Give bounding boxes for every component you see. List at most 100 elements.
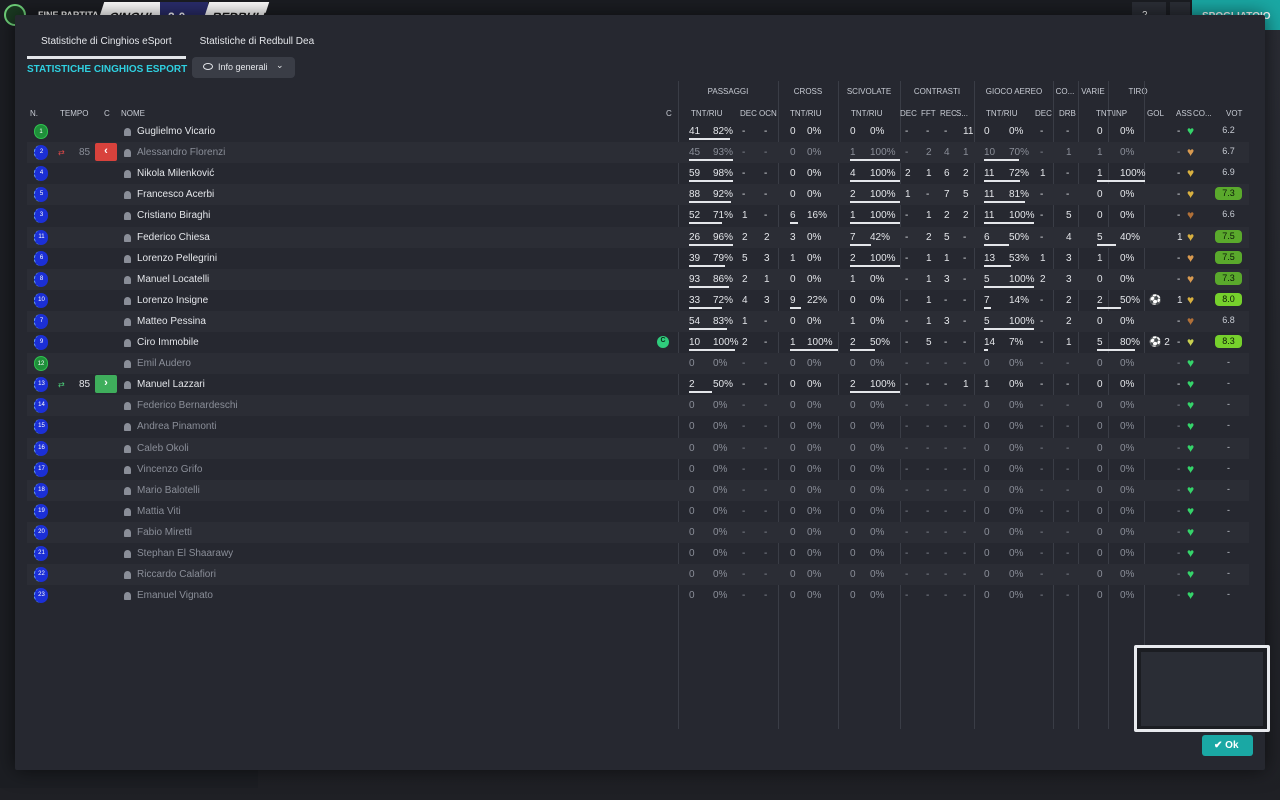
player-name[interactable]: Riccardo Calafiori bbox=[137, 569, 216, 580]
fouls: 1 bbox=[926, 273, 932, 285]
column-header[interactable]: DEC bbox=[900, 109, 917, 118]
column-header[interactable]: TNT\INP bbox=[1096, 109, 1127, 118]
tab-away-stats[interactable]: Statistiche di Redbull Dea bbox=[186, 29, 329, 59]
player-name[interactable]: Fabio Miretti bbox=[137, 527, 192, 538]
sub-out-arrow-icon[interactable]: ‹ bbox=[95, 143, 117, 162]
table-row[interactable]: 15 Andrea Pinamonti 0 0% - -0 0% 0 0% - - - -0 0% - -0 0… bbox=[27, 416, 1249, 437]
table-row[interactable]: 13 ⇄ 85 › Manuel Lazzari 2 50% - -0 0% 2 100% - - -1 1 0… bbox=[27, 374, 1249, 395]
table-row[interactable]: 10 Lorenzo Insigne 33 72% 4 3 9 22% 0 0% -1- -7 14% -… bbox=[27, 290, 1249, 311]
column-header[interactable]: VOT bbox=[1226, 109, 1242, 118]
person-icon bbox=[124, 339, 131, 347]
aerial-attempted: 11 bbox=[984, 210, 995, 222]
table-row[interactable]: 21 Stephan El Shaarawy 0 0% - - 0 0% 0 0% - - - - 0 0% -… bbox=[27, 543, 1249, 564]
aerial-attempted: 0 bbox=[984, 569, 990, 581]
table-row[interactable]: 5 Francesco Acerbi 88 92% - -0 0% 2 100% 1-7 5 11 81… bbox=[27, 184, 1249, 206]
player-name[interactable]: Vincenzo Grifo bbox=[137, 464, 202, 475]
sub-in-arrow-icon[interactable]: › bbox=[95, 375, 117, 394]
shots-attempted: 0 bbox=[1097, 315, 1103, 327]
duels-decisive: - bbox=[905, 294, 909, 306]
player-name[interactable]: Federico Chiesa bbox=[137, 232, 210, 243]
rating-badge: - bbox=[1227, 462, 1230, 473]
tackles-pct: 0% bbox=[870, 484, 885, 496]
player-name[interactable]: Caleb Okoli bbox=[137, 443, 189, 454]
player-name[interactable]: Lorenzo Pellegrini bbox=[137, 253, 217, 264]
table-row[interactable]: 18 Mario Balotelli 0 0% - - 0 0% 0 0% - - - - 0 0% - - 0 0%… bbox=[27, 479, 1249, 501]
table-row[interactable]: 1 Guglielmo Vicario 41 82% - -0 0% 0 0% - - -11 0 0% -… bbox=[27, 121, 1249, 142]
table-row[interactable]: 12 Emil Audero 0 0% - -0 0% 0 0% - - - -0 0% - -0 0% - ♥ - bbox=[27, 353, 1249, 375]
column-header[interactable]: FFT bbox=[921, 109, 936, 118]
column-header[interactable]: DEC bbox=[740, 109, 757, 118]
table-row[interactable]: 23 Emanuel Vignato 0 0% - - 0 0% 0 0% - - - - 0 0% - - 0 0%… bbox=[27, 585, 1249, 606]
table-row[interactable]: 8 Manuel Locatelli 93 86% 2 1 0 0% 1 0% -1 3-5 100% 2… bbox=[27, 268, 1249, 290]
rating-badge: - bbox=[1227, 441, 1230, 452]
table-row[interactable]: 20 Fabio Miretti 0 0% - -0 0% 0 0% - - - -0 0% - -0 0% - ♥… bbox=[27, 521, 1249, 543]
column-header[interactable]: TNT/RIU bbox=[790, 109, 822, 118]
column-header[interactable]: TEMPO bbox=[60, 109, 88, 118]
player-name[interactable]: Andrea Pinamonti bbox=[137, 421, 217, 432]
table-row[interactable]: 17 Vincenzo Grifo 0 0% - - 0 0% 0 0% - - - - 0 0% - - 0 0% -… bbox=[27, 459, 1249, 480]
player-name[interactable]: Federico Bernardeschi bbox=[137, 400, 238, 411]
column-header[interactable]: NOME bbox=[121, 109, 145, 118]
player-name[interactable]: Nikola Milenković bbox=[137, 168, 214, 179]
player-name[interactable]: Guglielmo Vicario bbox=[137, 126, 215, 137]
table-row[interactable]: 9 Ciro Immobile C 10 100% 2-1 100% 2 50% -5- -14 7%… bbox=[27, 332, 1249, 353]
crosses-pct: 0% bbox=[807, 526, 822, 538]
column-header[interactable]: TNT/RIU bbox=[986, 109, 1018, 118]
tab-home-stats[interactable]: Statistiche di Cinghios eSport bbox=[27, 29, 186, 59]
recoveries: 3 bbox=[944, 315, 950, 327]
table-row[interactable]: 14 Federico Bernardeschi 0 0% - -0 0% 0 0% - - - -0 0… bbox=[27, 395, 1249, 417]
column-header[interactable]: GOL bbox=[1147, 109, 1164, 118]
column-header[interactable]: S... bbox=[956, 109, 968, 118]
player-name[interactable]: Emil Audero bbox=[137, 358, 191, 369]
tackles-attempted: 1 bbox=[850, 147, 856, 159]
chances-created: - bbox=[764, 421, 768, 433]
ok-button[interactable]: ✔ Ok bbox=[1202, 735, 1253, 756]
column-header[interactable]: DRB bbox=[1059, 109, 1076, 118]
person-icon bbox=[124, 233, 131, 242]
player-name[interactable]: Manuel Locatelli bbox=[137, 274, 209, 285]
column-header[interactable]: REC bbox=[940, 109, 957, 118]
player-name[interactable]: Mario Balotelli bbox=[137, 485, 200, 496]
table-row[interactable]: 19 Mattia Viti 0 0% - -0 0% 0 0% - - - -0 0% - -0 0% - ♥ - bbox=[27, 501, 1249, 522]
table-row[interactable]: 6 Lorenzo Pellegrini 39 79% 5 3 1 0% 2 100% -1 1-13… bbox=[27, 248, 1249, 269]
view-dropdown[interactable]: Info generali ⌄ bbox=[192, 57, 295, 78]
passes-decisive: - bbox=[742, 526, 746, 538]
column-header[interactable]: N. bbox=[30, 109, 38, 118]
player-name[interactable]: Matteo Pessina bbox=[137, 316, 206, 327]
assists: - bbox=[1177, 252, 1181, 264]
column-header[interactable]: C bbox=[666, 109, 672, 118]
minimap-preview[interactable] bbox=[1134, 645, 1270, 732]
column-header[interactable]: DEC bbox=[1035, 109, 1052, 118]
co-value: - bbox=[1040, 421, 1044, 433]
player-name[interactable]: Emanuel Vignato bbox=[137, 590, 213, 601]
table-row[interactable]: 16 Caleb Okoli 0 0% - -0 0% 0 0% - - - -0 0% - -0 0% - ♥ - bbox=[27, 437, 1249, 459]
table-row[interactable]: 22 Riccardo Calafiori 0 0% - - 0 0% 0 0% - - - - 0 0% - -… bbox=[27, 564, 1249, 586]
column-header[interactable]: TNT/RIU bbox=[691, 109, 723, 118]
column-header[interactable]: CO... bbox=[1193, 109, 1212, 118]
table-row[interactable]: 4 Nikola Milenković 59 98% - -0 0% 4 100% 2 1 6 2 11 7… bbox=[27, 163, 1249, 184]
column-header[interactable]: TNT/RIU bbox=[851, 109, 883, 118]
tackles-attempted: 2 bbox=[850, 189, 856, 201]
passes-pct: 0% bbox=[713, 442, 728, 454]
aerial-attempted: 5 bbox=[984, 273, 990, 285]
fouls: - bbox=[926, 379, 930, 391]
player-name[interactable]: Ciro Immobile bbox=[137, 337, 199, 348]
player-name[interactable]: Mattia Viti bbox=[137, 506, 181, 517]
table-row[interactable]: 7 Matteo Pessina 54 83% 1-0 0% 1 0% -1 3-5 100% -2 0… bbox=[27, 310, 1249, 332]
player-name[interactable]: Cristiano Biraghi bbox=[137, 210, 210, 221]
pct-bar bbox=[689, 159, 733, 162]
player-name[interactable]: Francesco Acerbi bbox=[137, 189, 214, 200]
crosses-pct: 0% bbox=[807, 358, 822, 370]
player-name[interactable]: Stephan El Shaarawy bbox=[137, 548, 233, 559]
column-header[interactable]: ASS bbox=[1176, 109, 1192, 118]
column-header[interactable]: C bbox=[104, 109, 110, 118]
person-icon bbox=[124, 507, 131, 516]
table-row[interactable]: 2 ⇄ 85 ‹ Alessandro Florenzi 45 93% - -0 0% 1 100% -… bbox=[27, 142, 1249, 164]
table-row[interactable]: 11 Federico Chiesa 26 96% 2 2 3 0% 7 42% -2 5-6 50% -… bbox=[27, 226, 1249, 248]
player-name[interactable]: Manuel Lazzari bbox=[137, 379, 205, 390]
player-name[interactable]: Alessandro Florenzi bbox=[137, 147, 225, 158]
table-row[interactable]: 3 Cristiano Biraghi 52 71% 1-6 16% 1 100% -1 2 2 11… bbox=[27, 205, 1249, 226]
player-name[interactable]: Lorenzo Insigne bbox=[137, 295, 208, 306]
column-header[interactable]: OCN bbox=[759, 109, 777, 118]
duels-decisive: - bbox=[905, 337, 909, 348]
